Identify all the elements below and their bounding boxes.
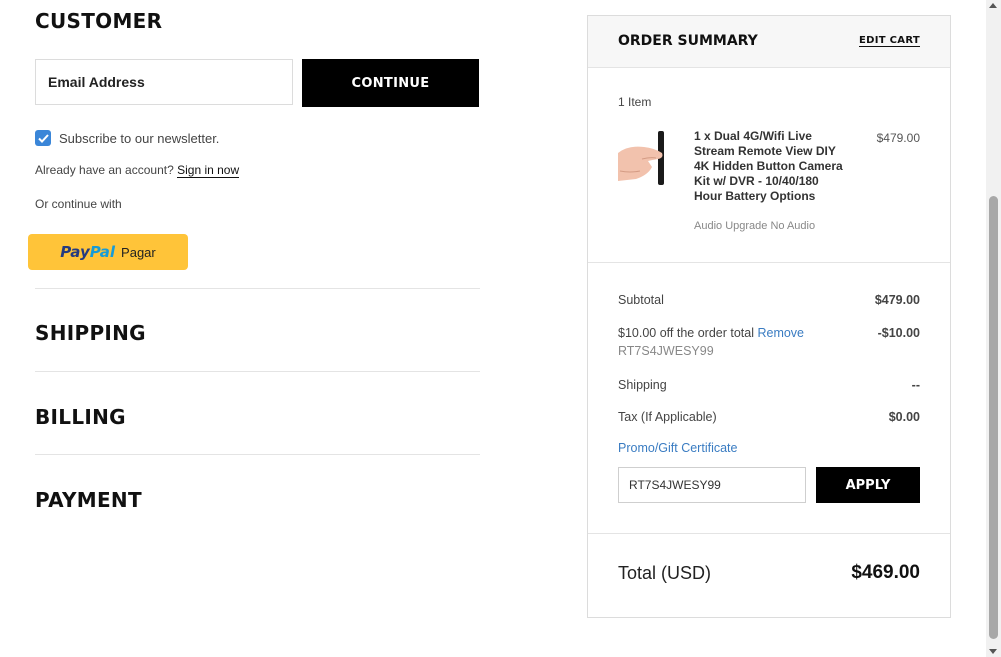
divider <box>588 262 950 263</box>
product-name: 1 x Dual 4G/Wifi Live Stream Remote View… <box>694 129 843 203</box>
promo-code-input[interactable] <box>618 467 806 503</box>
account-prompt-text: Already have an account? <box>35 163 174 177</box>
email-field[interactable]: Email Address <box>35 59 293 105</box>
account-prompt: Already have an account? Sign in now <box>35 163 240 178</box>
paypal-logo-pal: Pal <box>89 243 116 261</box>
email-field-label: Email Address <box>48 74 145 90</box>
scrollbar-thumb[interactable] <box>989 196 998 639</box>
product-thumbnail <box>618 131 676 189</box>
product-price: $479.00 <box>876 131 920 145</box>
scroll-up-arrow-icon[interactable] <box>989 3 997 8</box>
continue-button[interactable]: CONTINUE <box>302 59 479 107</box>
paypal-logo-pay: Pay <box>60 243 90 261</box>
newsletter-label: Subscribe to our newsletter. <box>59 130 220 146</box>
billing-heading[interactable]: BILLING <box>35 405 126 429</box>
shipping-value: -- <box>911 378 920 392</box>
customer-heading: CUSTOMER <box>35 9 163 33</box>
tax-label: Tax (If Applicable) <box>618 410 717 424</box>
apply-button[interactable]: APPLY <box>816 467 920 503</box>
discount-value: -$10.00 <box>877 326 920 340</box>
order-summary: ORDER SUMMARY EDIT CART 1 Item 1 x Dual … <box>587 15 951 618</box>
discount-line: $10.00 off the order total Remove <box>618 326 804 340</box>
edit-cart-link[interactable]: EDIT CART <box>858 35 920 47</box>
subtotal-value: $479.00 <box>874 293 920 307</box>
paypal-pagar-label: Pagar <box>121 244 156 260</box>
payment-heading[interactable]: PAYMENT <box>35 488 142 512</box>
divider <box>35 288 480 289</box>
divider <box>35 371 480 372</box>
newsletter-option[interactable]: Subscribe to our newsletter. <box>35 130 219 146</box>
total-value: $469.00 <box>851 562 920 583</box>
shipping-heading[interactable]: SHIPPING <box>35 321 146 345</box>
discount-label: $10.00 off the order total <box>618 326 754 340</box>
subtotal-label: Subtotal <box>618 293 664 307</box>
product-option: Audio Upgrade No Audio <box>694 220 816 232</box>
order-summary-header: ORDER SUMMARY EDIT CART <box>588 16 950 68</box>
checkmark-icon <box>37 133 49 143</box>
divider <box>35 454 480 455</box>
promo-gift-certificate-link[interactable]: Promo/Gift Certificate <box>618 441 737 455</box>
sign-in-link[interactable]: Sign in now <box>177 163 240 178</box>
total-label: Total (USD) <box>618 563 712 583</box>
paypal-button[interactable]: Pay Pal Pagar <box>28 234 188 270</box>
divider <box>588 533 950 534</box>
shipping-label: Shipping <box>618 378 667 392</box>
coupon-code: RT7S4JWESY99 <box>618 344 714 358</box>
tax-value: $0.00 <box>888 410 920 424</box>
continue-with-text: Or continue with <box>35 197 122 211</box>
page-scrollbar[interactable] <box>986 0 1001 657</box>
newsletter-checkbox[interactable] <box>35 130 51 146</box>
order-summary-title: ORDER SUMMARY <box>618 33 758 49</box>
remove-coupon-link[interactable]: Remove <box>757 326 804 340</box>
item-count: 1 Item <box>618 95 652 109</box>
scroll-down-arrow-icon[interactable] <box>989 649 997 654</box>
